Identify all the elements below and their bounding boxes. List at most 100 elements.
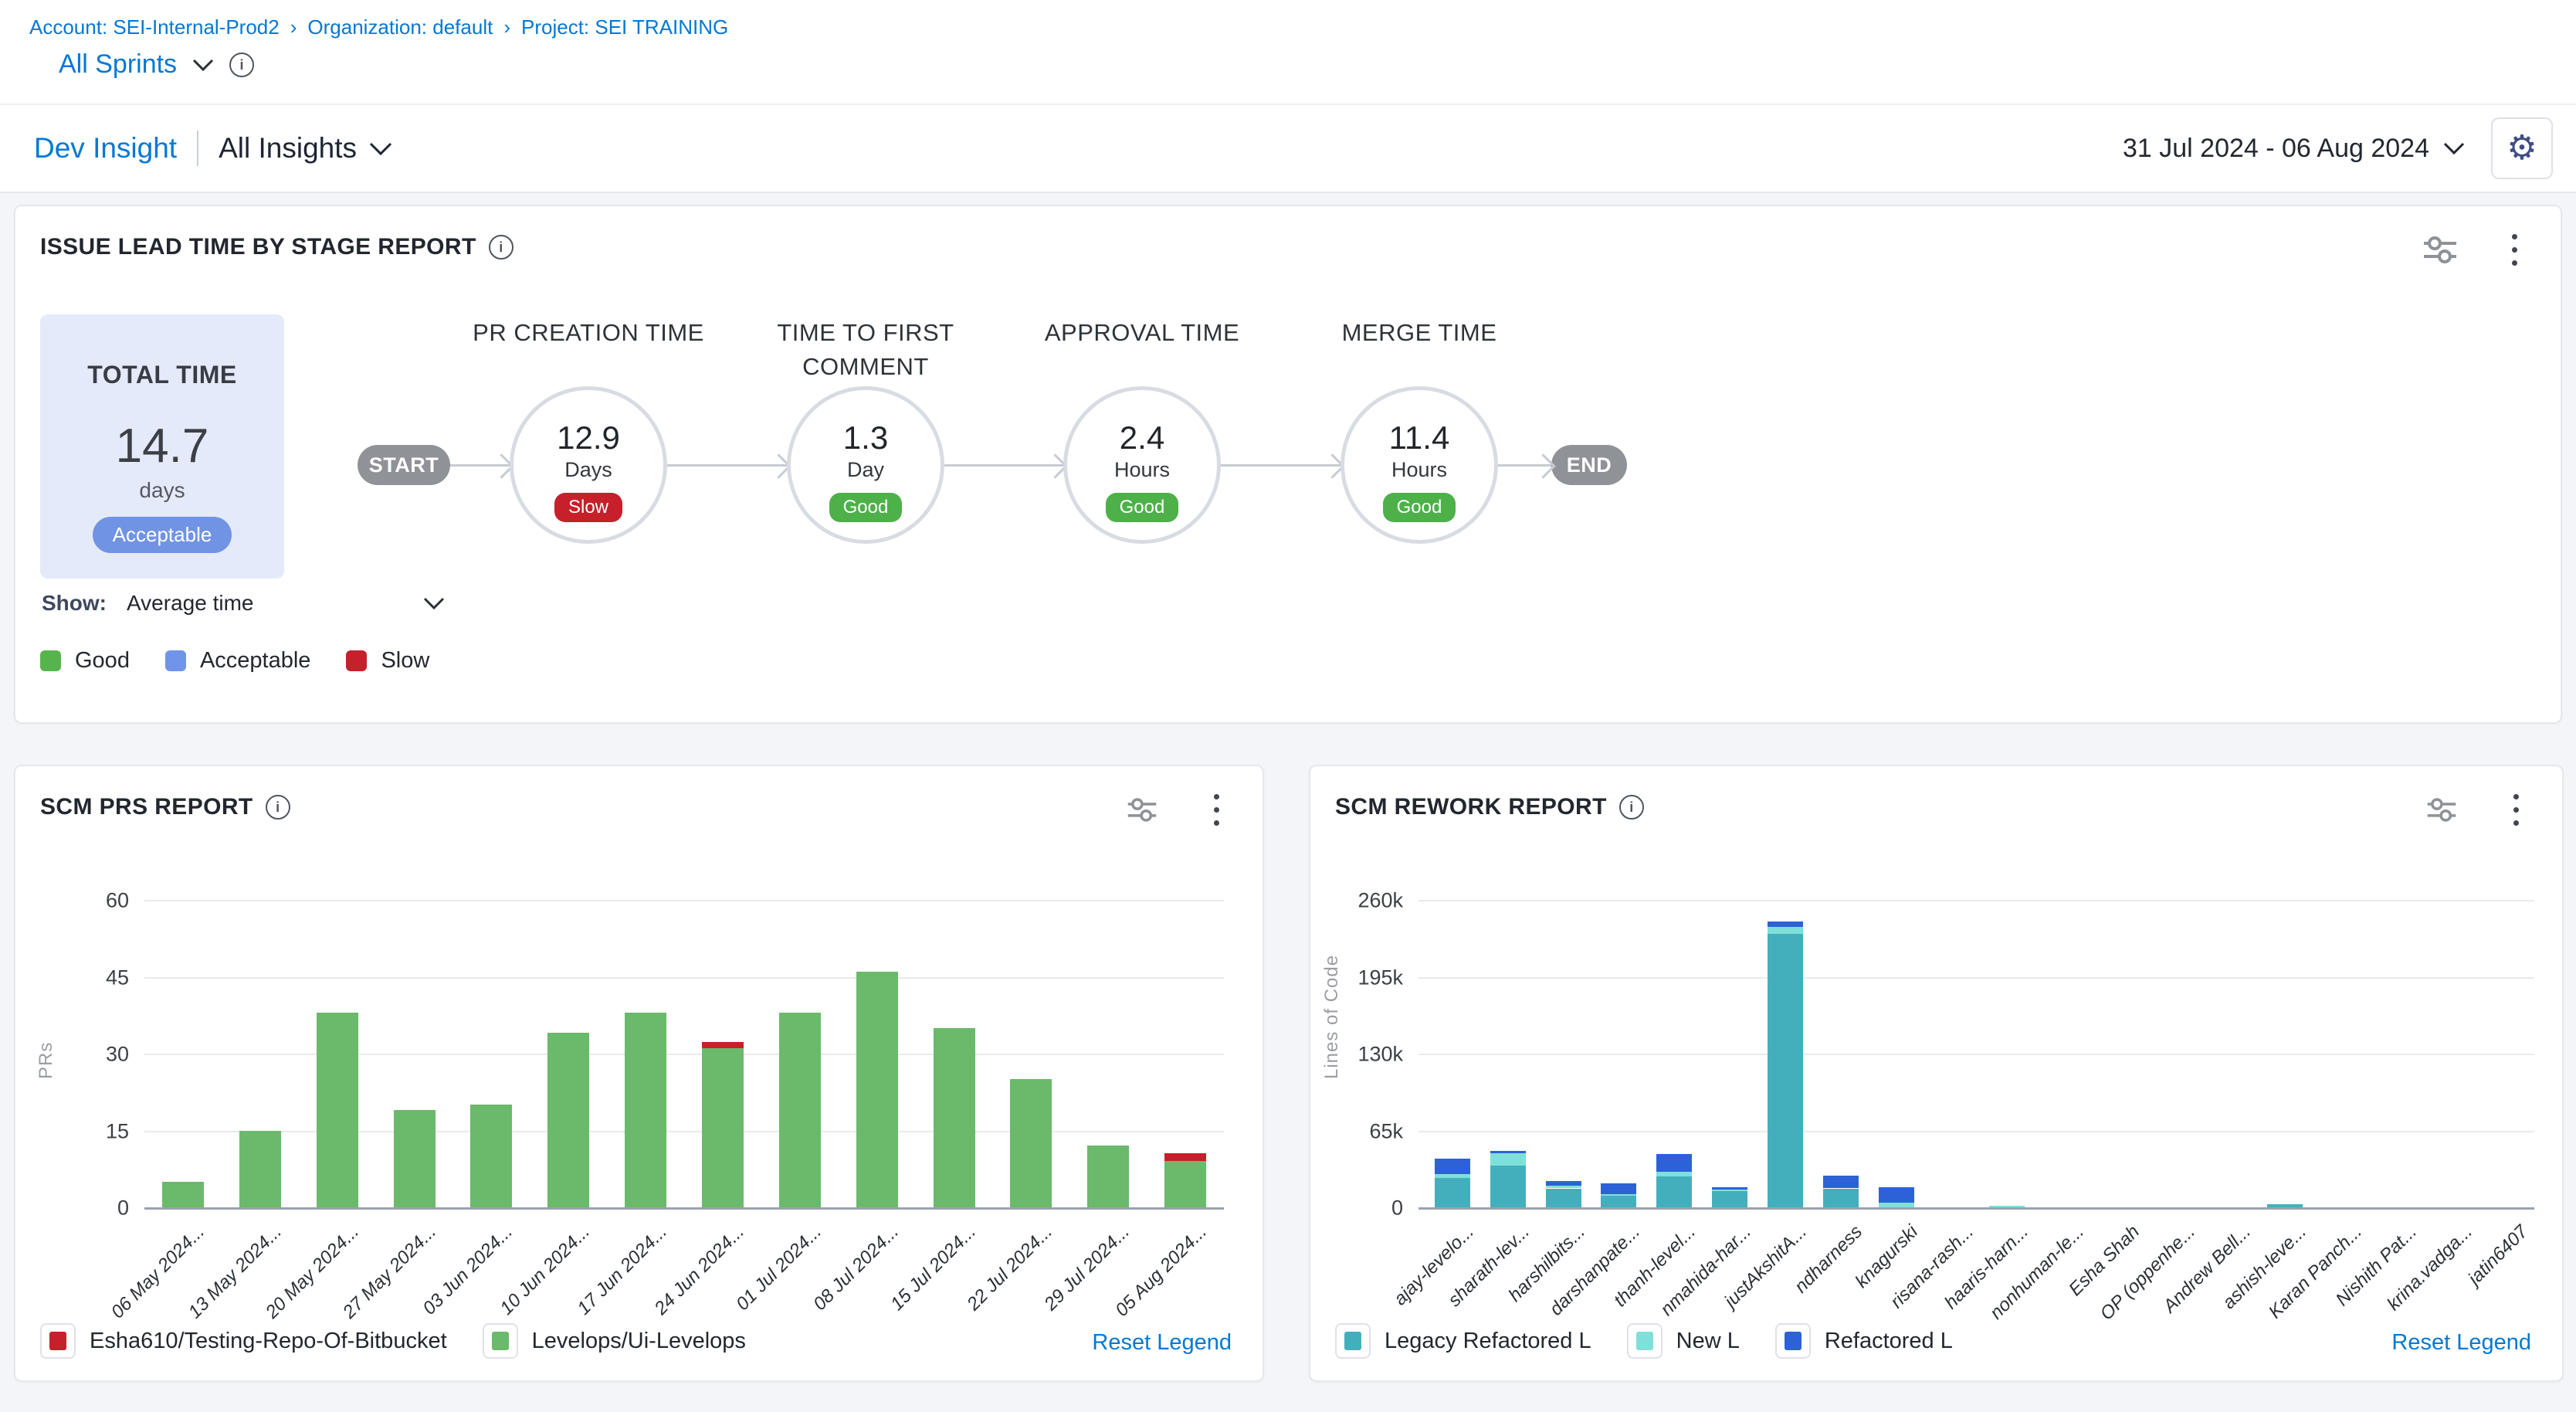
- gridline: [1418, 900, 2534, 901]
- bar-segment[interactable]: [702, 1042, 744, 1048]
- legend-checkbox[interactable]: [483, 1323, 518, 1359]
- breadcrumb-project[interactable]: Project: SEI TRAINING: [521, 15, 728, 39]
- bar-segment[interactable]: [470, 1105, 512, 1207]
- legend-swatch: [165, 650, 186, 671]
- bar-segment[interactable]: [1601, 1196, 1636, 1207]
- breadcrumb-organization[interactable]: Organization: default: [307, 15, 493, 39]
- lead-time-legend-item[interactable]: Slow: [346, 648, 429, 674]
- reset-legend-link[interactable]: Reset Legend: [2391, 1330, 2531, 1356]
- bar-segment[interactable]: [1656, 1176, 1692, 1207]
- bar-segment[interactable]: [779, 1013, 821, 1207]
- legend-checkbox[interactable]: [1335, 1323, 1371, 1359]
- date-range-value[interactable]: 31 Jul 2024 - 06 Aug 2024: [2123, 134, 2429, 164]
- reset-legend-link[interactable]: Reset Legend: [1092, 1330, 1232, 1356]
- legend-label: Levelops/Ui-Levelops: [532, 1329, 746, 1354]
- bar-segment[interactable]: [239, 1131, 281, 1208]
- y-tick-label: 260k: [1303, 889, 1403, 913]
- bar-segment[interactable]: [1490, 1153, 1526, 1166]
- bar-segment[interactable]: [1546, 1186, 1581, 1188]
- legend-swatch: [346, 650, 367, 671]
- stage-node[interactable]: 2.4HoursGood: [1063, 386, 1221, 544]
- info-icon[interactable]: i: [489, 235, 514, 260]
- insight-name-link[interactable]: Dev Insight: [34, 132, 177, 165]
- insights-dropdown[interactable]: All Insights: [219, 132, 392, 165]
- bar-segment[interactable]: [1768, 922, 1803, 928]
- bar-segment[interactable]: [1164, 1153, 1206, 1161]
- bar-segment[interactable]: [1546, 1189, 1581, 1207]
- series-legend-item[interactable]: Levelops/Ui-Levelops: [483, 1323, 746, 1359]
- kebab-menu-icon[interactable]: [2496, 231, 2533, 268]
- breadcrumb-account[interactable]: Account: SEI-Internal-Prod2: [29, 15, 280, 39]
- insights-dropdown-value[interactable]: All Insights: [219, 132, 357, 165]
- bar-segment[interactable]: [1601, 1194, 1636, 1196]
- bar-segment[interactable]: [317, 1013, 358, 1207]
- bar-segment[interactable]: [162, 1182, 204, 1207]
- lead-time-legend: Good Acceptable Slow: [40, 648, 429, 674]
- bar-segment[interactable]: [1989, 1206, 2025, 1207]
- settings-button[interactable]: ⚙: [2491, 117, 2553, 179]
- bar-segment[interactable]: [1823, 1176, 1859, 1189]
- show-label: Show:: [42, 591, 107, 616]
- series-legend-item[interactable]: Refactored L: [1775, 1323, 1953, 1359]
- legend-label: Acceptable: [200, 648, 311, 674]
- bar-segment[interactable]: [1656, 1172, 1692, 1176]
- bar-segment[interactable]: [1435, 1159, 1470, 1174]
- bar-segment[interactable]: [1879, 1203, 1914, 1207]
- stage-status-badge: Good: [1383, 493, 1456, 522]
- bar-segment[interactable]: [1435, 1178, 1470, 1207]
- bar-segment[interactable]: [702, 1048, 744, 1207]
- bar-segment[interactable]: [2267, 1204, 2303, 1207]
- info-icon[interactable]: i: [229, 53, 254, 77]
- bar-segment[interactable]: [1490, 1166, 1526, 1207]
- bar-segment[interactable]: [1656, 1154, 1692, 1172]
- scm-rework-widget: SCM REWORK REPORT i Lines of Code065k130…: [1309, 765, 2564, 1382]
- bar-segment[interactable]: [1546, 1181, 1581, 1186]
- bar-segment[interactable]: [1164, 1161, 1206, 1207]
- widget-filter-button[interactable]: [2422, 231, 2459, 268]
- stage-node[interactable]: 1.3DayGood: [787, 386, 944, 544]
- bar-segment[interactable]: [1712, 1190, 1747, 1191]
- legend-checkbox[interactable]: [40, 1323, 76, 1359]
- bar-segment[interactable]: [856, 972, 898, 1207]
- lead-time-legend-item[interactable]: Acceptable: [165, 648, 311, 674]
- bar-segment[interactable]: [1490, 1151, 1526, 1153]
- scm-rework-legend: Legacy Refactored L New L Refactored L: [1335, 1323, 1953, 1359]
- stage-node[interactable]: 11.4HoursGood: [1341, 386, 1498, 544]
- bar-segment[interactable]: [1601, 1183, 1636, 1194]
- lead-time-legend-item[interactable]: Good: [40, 648, 130, 674]
- series-legend-item[interactable]: Legacy Refactored L: [1335, 1323, 1591, 1359]
- bar-segment[interactable]: [625, 1013, 666, 1207]
- bar-segment[interactable]: [1087, 1146, 1129, 1207]
- series-legend-item[interactable]: New L: [1627, 1323, 1740, 1359]
- legend-checkbox[interactable]: [1627, 1323, 1663, 1359]
- stage-value: 12.9: [514, 419, 663, 457]
- bar-segment[interactable]: [1768, 927, 1803, 934]
- bar-segment[interactable]: [1435, 1174, 1470, 1178]
- bar-segment[interactable]: [1712, 1191, 1747, 1207]
- bar-segment[interactable]: [1879, 1187, 1914, 1203]
- sprint-selector[interactable]: All Sprints i: [59, 49, 254, 80]
- bar-segment[interactable]: [1010, 1079, 1052, 1207]
- bar-segment[interactable]: [1712, 1187, 1747, 1190]
- chevron-down-icon: [2443, 141, 2465, 155]
- scm-prs-legend: Esha610/Testing-Repo-Of-Bitbucket Levelop…: [40, 1323, 746, 1359]
- chevron-down-icon[interactable]: [423, 596, 445, 610]
- stage-node[interactable]: 12.9DaysSlow: [510, 386, 667, 544]
- scm-rework-chart: Lines of Code065k130k195k260kajay-levelo…: [1310, 766, 2562, 1380]
- sprint-selector-value[interactable]: All Sprints: [59, 49, 177, 80]
- gridline: [1418, 977, 2534, 979]
- legend-checkbox[interactable]: [1775, 1323, 1811, 1359]
- bar-segment[interactable]: [1768, 934, 1803, 1207]
- chevron-down-icon[interactable]: [192, 58, 214, 72]
- stage-value: 2.4: [1067, 419, 1217, 457]
- show-dropdown-value[interactable]: Average time: [127, 591, 253, 616]
- date-range-picker[interactable]: 31 Jul 2024 - 06 Aug 2024: [2123, 134, 2465, 164]
- y-tick-label: 65k: [1303, 1119, 1403, 1143]
- series-legend-item[interactable]: Esha610/Testing-Repo-Of-Bitbucket: [40, 1323, 447, 1359]
- total-time-value: 14.7: [40, 419, 284, 473]
- bar-segment[interactable]: [394, 1110, 436, 1207]
- bar-segment[interactable]: [934, 1028, 975, 1207]
- gridline: [144, 900, 1224, 901]
- bar-segment[interactable]: [1823, 1189, 1859, 1207]
- bar-segment[interactable]: [547, 1033, 589, 1207]
